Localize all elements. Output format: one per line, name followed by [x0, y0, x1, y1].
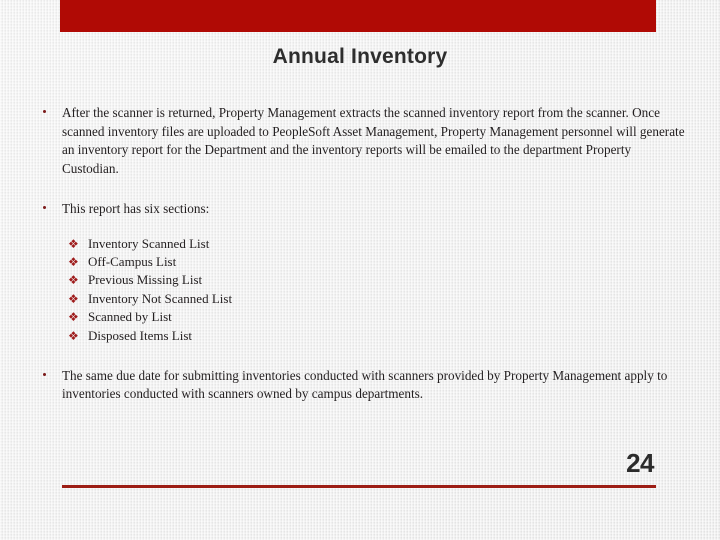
list-item-label: Scanned by List	[88, 309, 172, 325]
list-item: ❖ Inventory Scanned List	[0, 235, 720, 253]
bullet-dot-icon	[43, 206, 46, 209]
diamond-bullet-icon: ❖	[68, 236, 79, 251]
page-number: 24	[626, 448, 654, 478]
list-item: ❖ Inventory Not Scanned List	[0, 290, 720, 308]
header-accent-bar	[60, 0, 656, 32]
diamond-bullet-icon: ❖	[68, 254, 79, 269]
diamond-bullet-icon: ❖	[68, 291, 79, 306]
bullet-item-3: The same due date for submitting invento…	[0, 367, 720, 404]
slide-canvas: Annual Inventory After the scanner is re…	[0, 0, 720, 540]
list-item: ❖ Off-Campus List	[0, 253, 720, 271]
list-item: ❖ Scanned by List	[0, 308, 720, 326]
bullet-text-2: This report has six sections:	[62, 201, 210, 216]
bullet-dot-icon	[43, 372, 46, 376]
diamond-bullet-icon: ❖	[68, 273, 79, 288]
bullet-item-2: This report has six sections:	[0, 200, 720, 219]
list-item-label: Inventory Scanned List	[88, 235, 210, 251]
bullet-text-3: The same due date for submitting invento…	[62, 367, 668, 402]
slide-body: After the scanner is returned, Property …	[0, 104, 720, 404]
bullet-dot-icon	[43, 110, 46, 113]
report-sections-list: ❖ Inventory Scanned List ❖ Off-Campus Li…	[0, 235, 720, 345]
diamond-bullet-icon: ❖	[68, 328, 79, 343]
list-item-label: Off-Campus List	[88, 253, 177, 269]
page-title: Annual Inventory	[272, 45, 448, 68]
bullet-item-1: After the scanner is returned, Property …	[0, 104, 720, 178]
diamond-bullet-icon: ❖	[68, 310, 79, 325]
list-item-label: Disposed Items List	[88, 327, 192, 343]
footer-accent-rule	[62, 485, 656, 488]
bullet-text-1: After the scanner is returned, Property …	[62, 105, 685, 176]
list-item: ❖ Previous Missing List	[0, 271, 720, 289]
list-item-label: Inventory Not Scanned List	[88, 290, 233, 306]
list-item-label: Previous Missing List	[88, 272, 203, 288]
list-item: ❖ Disposed Items List	[0, 327, 720, 345]
